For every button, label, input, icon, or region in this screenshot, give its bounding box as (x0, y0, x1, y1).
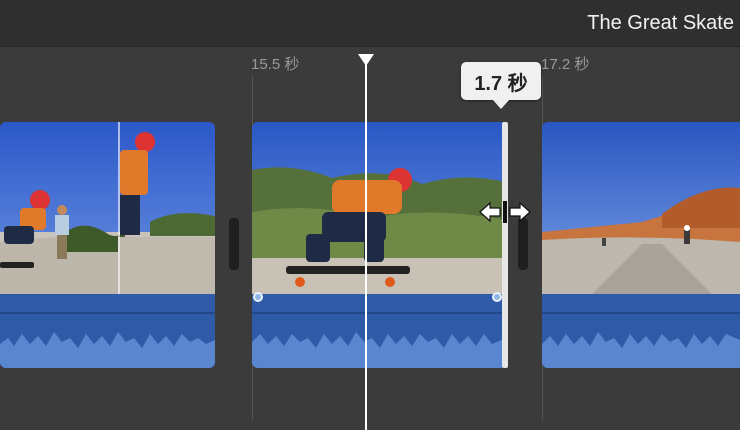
clip-thumbnail (252, 122, 506, 294)
clip-thumbnail (542, 122, 740, 294)
audio-waveform (252, 294, 506, 368)
audio-fade-handle-left[interactable] (253, 292, 263, 302)
project-title: The Great Skate (587, 12, 734, 34)
playhead-line[interactable] (365, 62, 367, 430)
audio-waveform (542, 294, 740, 368)
time-label-end: 17.2 秒 (541, 56, 590, 73)
video-clip-2[interactable] (252, 122, 506, 368)
playhead-triangle-icon[interactable] (358, 54, 374, 66)
clip-separator (229, 218, 239, 270)
title-bar: The Great Skate (0, 0, 740, 47)
trim-duration-tooltip: 1.7 秒 (461, 62, 541, 100)
resize-left-right-cursor-icon (478, 198, 532, 226)
time-label-start: 15.5 秒 (251, 56, 300, 73)
video-clip-3[interactable] (542, 122, 740, 368)
audio-waveform (0, 294, 215, 368)
clip-trim-edge[interactable] (502, 122, 508, 368)
audio-fade-handle-right[interactable] (492, 292, 502, 302)
clip-thumbnail (0, 122, 215, 294)
tooltip-pointer (493, 100, 509, 109)
video-clip-1[interactable] (0, 122, 215, 368)
